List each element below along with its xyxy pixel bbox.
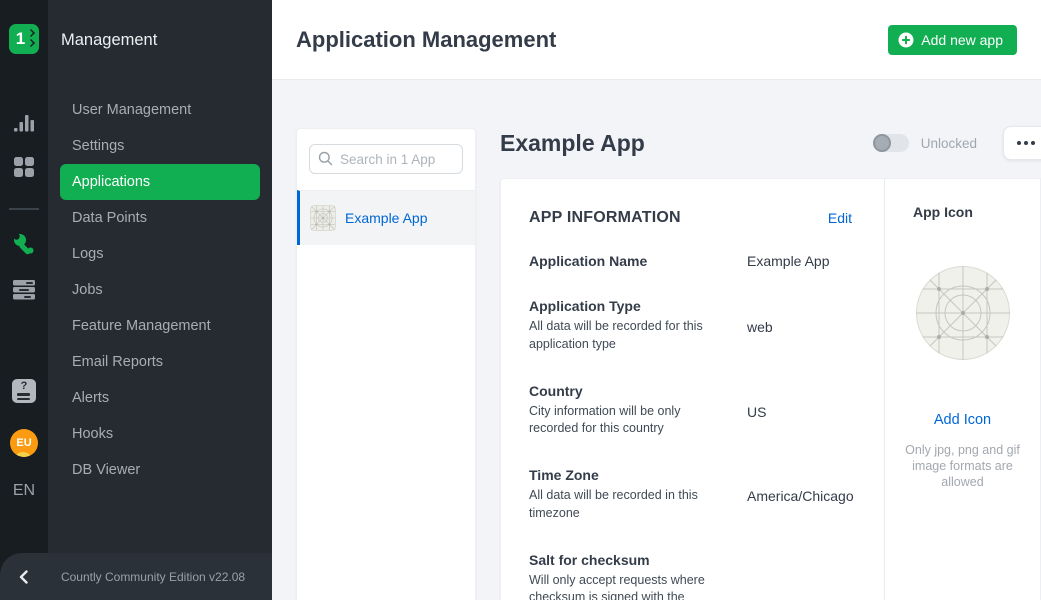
field-time-zone: Time Zone All data will be recorded in t… — [529, 467, 852, 523]
more-menu-button[interactable] — [1003, 126, 1041, 160]
feedback-help-icon[interactable]: ? — [12, 379, 36, 403]
analytics-bar-chart-icon[interactable] — [12, 112, 36, 134]
field-description: All data will be recorded for this appli… — [529, 318, 711, 354]
app-list-item-example-app[interactable]: Example App — [297, 190, 475, 245]
sidebar-footer: Countly Community Edition v22.08 — [0, 553, 272, 600]
management-wrench-icon[interactable] — [12, 232, 36, 256]
countly-logo-icon[interactable]: 1 — [9, 24, 39, 54]
toggle-knob — [873, 134, 891, 152]
lock-toggle-label: Unlocked — [921, 136, 977, 151]
app-detail-title: Example App — [500, 130, 645, 157]
sidebar-item-db-viewer[interactable]: DB Viewer — [48, 452, 272, 488]
icon-rail: 1 — [0, 0, 48, 600]
field-value: Example App — [747, 253, 830, 269]
app-information-heading: APP INFORMATION — [529, 209, 681, 227]
sidebar-item-settings[interactable]: Settings — [48, 128, 272, 164]
field-salt-for-checksum: Salt for checksum Will only accept reque… — [529, 552, 852, 600]
app-icon-panel: App Icon Add Ic — [884, 179, 1040, 600]
main-area: Application Management Add new app — [272, 0, 1041, 600]
field-description: City information will be only recorded f… — [529, 403, 711, 439]
apps-grid-icon[interactable] — [12, 156, 36, 178]
field-value: US — [747, 404, 766, 439]
user-avatar[interactable]: EU — [10, 429, 38, 457]
app-icon-heading: App Icon — [895, 204, 1030, 220]
add-icon-link[interactable]: Add Icon — [895, 412, 1030, 428]
avatar-initials: EU — [16, 437, 31, 449]
language-selector[interactable]: EN — [13, 482, 35, 500]
field-application-type: Application Type All data will be record… — [529, 298, 852, 354]
app-list-card: Example App — [296, 128, 476, 600]
field-country: Country City information will be only re… — [529, 383, 852, 439]
field-label: Time Zone — [529, 467, 747, 483]
field-application-name: Application Name Example App — [529, 253, 852, 269]
app-search-input[interactable] — [309, 144, 463, 174]
plus-circle-icon — [898, 32, 914, 48]
management-sidebar: Management User Management Settings Appl… — [48, 0, 272, 600]
field-label: Country — [529, 383, 747, 399]
app-list-item-name: Example App — [345, 210, 428, 226]
sidebar-item-applications[interactable]: Applications — [60, 164, 260, 200]
version-label: Countly Community Edition v22.08 — [48, 570, 272, 584]
content-area: Example App Example App Unlocked APP INF… — [272, 80, 1041, 600]
field-label: Salt for checksum — [529, 552, 747, 568]
field-description: Will only accept requests where checksum… — [529, 572, 711, 600]
sidebar-item-feature-management[interactable]: Feature Management — [48, 308, 272, 344]
app-icon-placeholder — [915, 265, 1011, 361]
sidebar-item-logs[interactable]: Logs — [48, 236, 272, 272]
field-description: All data will be recorded in this timezo… — [529, 487, 711, 523]
sidebar-title: Management — [48, 0, 272, 50]
sidebar-item-email-reports[interactable]: Email Reports — [48, 344, 272, 380]
avatar-image-fragment — [16, 452, 30, 457]
sidebar-item-hooks[interactable]: Hooks — [48, 416, 272, 452]
field-value: America/Chicago — [747, 488, 854, 523]
field-value: web — [747, 319, 773, 354]
add-new-app-label: Add new app — [921, 32, 1003, 48]
sidebar-item-user-management[interactable]: User Management — [48, 92, 272, 128]
field-label: Application Type — [529, 298, 747, 314]
detail-header: Example App Unlocked — [500, 124, 1041, 162]
app-information-section: APP INFORMATION Edit Application Name Ex… — [501, 179, 884, 600]
page-title: Application Management — [296, 27, 556, 53]
logo-digit: 1 — [16, 29, 25, 49]
app-placeholder-icon — [310, 205, 336, 231]
main-header: Application Management Add new app — [272, 0, 1041, 80]
add-new-app-button[interactable]: Add new app — [888, 25, 1017, 55]
more-menu-icon — [1017, 141, 1021, 145]
sidebar-item-jobs[interactable]: Jobs — [48, 272, 272, 308]
icon-format-note: Only jpg, png and gif image formats are … — [901, 442, 1025, 490]
field-label: Application Name — [529, 253, 747, 269]
sidebar-item-alerts[interactable]: Alerts — [48, 380, 272, 416]
edit-link[interactable]: Edit — [828, 210, 852, 226]
sidebar-item-data-points[interactable]: Data Points — [48, 200, 272, 236]
collapse-sidebar-button[interactable] — [0, 570, 48, 584]
lock-toggle[interactable] — [873, 134, 909, 152]
app-detail-card: APP INFORMATION Edit Application Name Ex… — [500, 178, 1041, 600]
chevron-left-icon — [17, 570, 31, 584]
rail-divider — [9, 208, 39, 210]
server-stack-icon[interactable] — [12, 278, 36, 302]
sidebar-nav: User Management Settings Applications Da… — [48, 92, 272, 488]
